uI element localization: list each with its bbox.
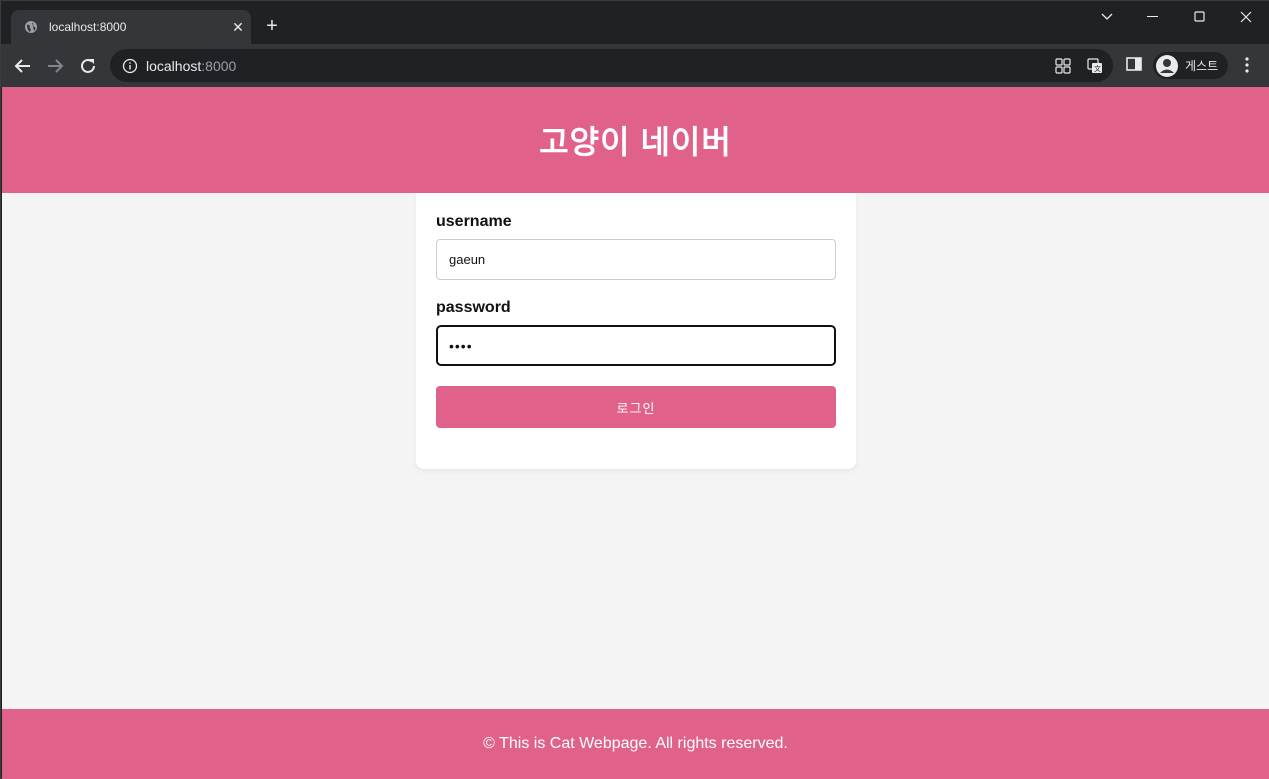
avatar-icon xyxy=(1156,54,1178,77)
tab-search-icon[interactable] xyxy=(1084,1,1130,33)
password-label: password xyxy=(436,299,511,316)
info-icon[interactable] xyxy=(122,58,138,74)
login-form: username password 로그인 xyxy=(416,193,856,469)
address-bar[interactable]: localhost:8000 文 xyxy=(110,49,1113,82)
profile-label: 게스트 xyxy=(1185,59,1219,73)
close-icon[interactable] xyxy=(1223,1,1269,33)
site-footer: © This is Cat Webpage. All rights reserv… xyxy=(2,709,1269,779)
site-header: 고양이 네이버 xyxy=(2,87,1269,193)
url-host: localhost xyxy=(146,57,202,74)
browser-toolbar: localhost:8000 文 게스트 xyxy=(1,44,1269,87)
reload-icon[interactable] xyxy=(74,52,102,80)
page-viewport: 고양이 네이버 username password 로그인 © This is … xyxy=(2,87,1269,779)
menu-icon[interactable] xyxy=(1237,54,1257,76)
profile-button[interactable]: 게스트 xyxy=(1153,52,1228,79)
side-panel-icon[interactable] xyxy=(1125,55,1145,75)
tab-title: localhost:8000 xyxy=(49,20,127,34)
page-title: 고양이 네이버 xyxy=(539,124,732,160)
login-button[interactable]: 로그인 xyxy=(436,386,836,428)
url-port: :8000 xyxy=(201,57,237,74)
globe-icon xyxy=(23,19,39,35)
tab-close-icon[interactable]: ✕ xyxy=(225,19,251,36)
svg-text:文: 文 xyxy=(1094,64,1101,73)
translate-icon[interactable]: 文 xyxy=(1086,57,1104,75)
username-label: username xyxy=(436,213,512,230)
apps-icon[interactable] xyxy=(1054,57,1072,75)
footer-text: © This is Cat Webpage. All rights reserv… xyxy=(483,735,788,752)
browser-window: localhost:8000 ✕ + localhost:8000 文 게스트… xyxy=(0,0,1269,779)
maximize-icon[interactable] xyxy=(1177,1,1223,33)
browser-tab[interactable]: localhost:8000 ✕ xyxy=(11,10,251,44)
minimize-icon[interactable] xyxy=(1130,1,1176,33)
username-input[interactable] xyxy=(436,239,836,280)
tab-strip: localhost:8000 ✕ + xyxy=(1,1,1269,44)
forward-icon[interactable] xyxy=(41,52,69,80)
back-icon[interactable] xyxy=(9,52,37,80)
new-tab-button[interactable]: + xyxy=(259,13,285,39)
password-input[interactable] xyxy=(436,325,836,366)
